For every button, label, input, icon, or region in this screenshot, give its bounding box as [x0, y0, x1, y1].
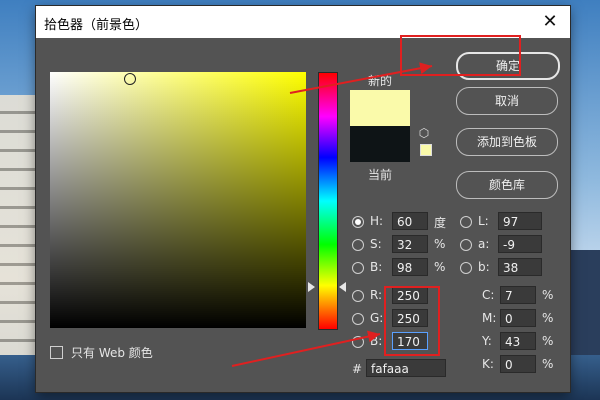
color-libraries-button[interactable]: 颜色库 [456, 171, 558, 199]
annotation-box-rgb [384, 286, 440, 356]
new-label: 新的 [368, 74, 393, 88]
radio-h[interactable] [352, 216, 364, 228]
label-c: C: [482, 288, 495, 302]
label-y: Y: [482, 334, 492, 348]
unit-c: % [542, 288, 554, 302]
input-m[interactable]: 0 [500, 309, 536, 327]
color-field[interactable] [50, 72, 306, 328]
color-field-picker[interactable] [124, 73, 136, 85]
input-y[interactable]: 43 [500, 332, 536, 350]
radio-a[interactable] [460, 239, 472, 251]
background-ship-sails [0, 95, 40, 355]
input-s[interactable]: 32 [392, 235, 428, 253]
label-l: L: [478, 214, 489, 228]
unit-y: % [542, 334, 554, 348]
radio-g[interactable] [352, 313, 364, 325]
input-c[interactable]: 7 [500, 286, 536, 304]
label-k: K: [482, 357, 494, 371]
current-label: 当前 [368, 168, 393, 182]
add-to-swatches-button[interactable]: 添加到色板 [456, 128, 558, 156]
input-l[interactable]: 97 [498, 212, 542, 230]
radio-lab-b[interactable] [460, 262, 472, 274]
radio-blue[interactable] [352, 336, 364, 348]
unit-h: 度 [434, 216, 447, 230]
input-a[interactable]: -9 [498, 235, 542, 253]
label-a: a: [478, 237, 490, 251]
hue-slider-handle-right[interactable] [339, 282, 346, 292]
hex-label: # [352, 362, 363, 376]
input-lab-b[interactable]: 38 [498, 258, 542, 276]
label-brightness: B: [370, 260, 383, 274]
radio-s[interactable] [352, 239, 364, 251]
label-m: M: [482, 311, 497, 325]
current-color-swatch[interactable] [350, 126, 410, 162]
background-ship-hull [570, 250, 600, 360]
unit-k: % [542, 357, 554, 371]
hex-input[interactable]: fafaaa [366, 359, 446, 377]
hue-slider[interactable] [318, 72, 338, 330]
window-title: 拾色器（前景色） [44, 18, 149, 33]
web-safe-color-swatch[interactable] [420, 144, 432, 156]
close-icon[interactable]: ✕ [536, 8, 564, 36]
web-colors-only-label: 只有 Web 颜色 [71, 346, 153, 360]
title-bar: 拾色器（前景色） ✕ [36, 6, 570, 38]
label-s: S: [370, 237, 382, 251]
web-colors-only-checkbox[interactable]: 只有 Web 颜色 [50, 344, 153, 361]
input-k[interactable]: 0 [500, 355, 536, 373]
radio-l[interactable] [460, 216, 472, 228]
radio-r[interactable] [352, 290, 364, 302]
unit-brightness: % [434, 260, 446, 274]
hue-slider-handle-left[interactable] [308, 282, 315, 292]
label-r: R: [370, 288, 383, 302]
web-safe-cube-icon[interactable]: ⬡ [417, 126, 431, 140]
unit-m: % [542, 311, 554, 325]
new-color-swatch [350, 90, 410, 126]
input-h[interactable]: 60 [392, 212, 428, 230]
label-g: G: [370, 311, 384, 325]
label-blue: B: [370, 334, 383, 348]
label-h: H: [370, 214, 384, 228]
annotation-box-ok [400, 35, 521, 76]
unit-s: % [434, 237, 446, 251]
label-lab-b: b: [478, 260, 490, 274]
radio-brightness[interactable] [352, 262, 364, 274]
cancel-button[interactable]: 取消 [456, 87, 558, 115]
checkbox-box[interactable] [50, 346, 63, 359]
input-brightness[interactable]: 98 [392, 258, 428, 276]
